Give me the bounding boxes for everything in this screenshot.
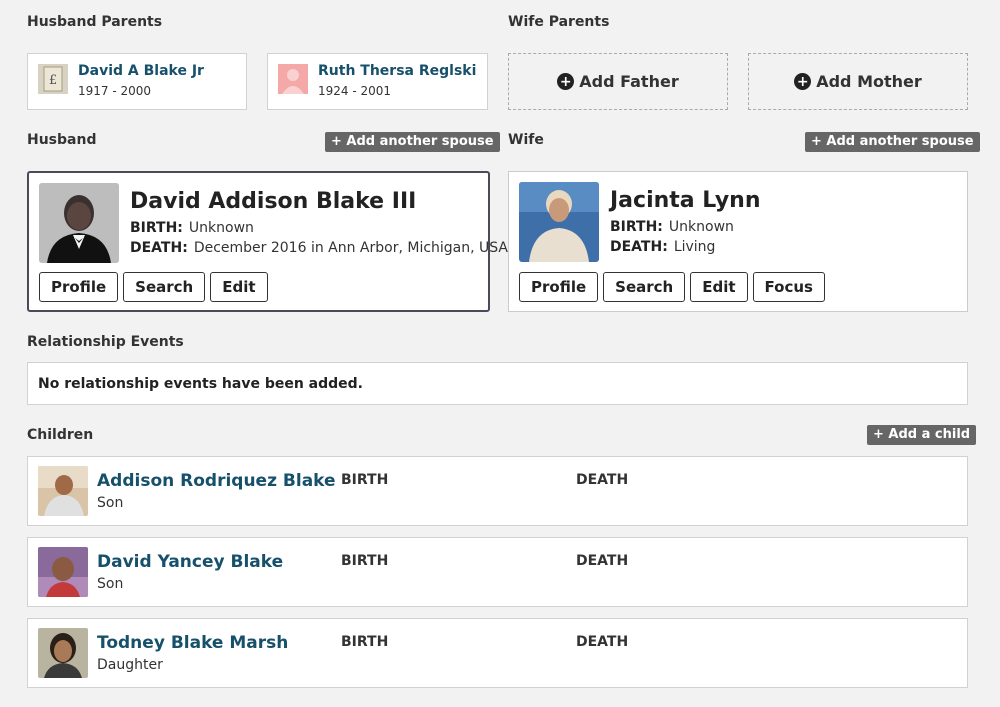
- add-mother-button[interactable]: + Add Mother: [748, 53, 968, 110]
- wife-search-button[interactable]: Search: [603, 272, 686, 302]
- death-label: DEATH:: [130, 240, 188, 256]
- svg-text:£: £: [49, 73, 57, 88]
- document-thumbnail-icon: £: [38, 64, 68, 94]
- husband-birth: BIRTH: Unknown: [130, 220, 254, 236]
- husband-mother-card[interactable]: Ruth Thersa Reglski 1924 - 2001: [267, 53, 488, 110]
- birth-value: Unknown: [188, 220, 254, 236]
- husband-add-spouse-button[interactable]: + Add another spouse: [325, 132, 500, 152]
- mother-name-link[interactable]: Ruth Thersa Reglski: [318, 63, 476, 79]
- wife-add-spouse-button[interactable]: + Add another spouse: [805, 132, 980, 152]
- child-photo: [38, 547, 88, 597]
- child-name-link[interactable]: Addison Rodriquez Blake: [97, 471, 336, 491]
- children-title: Children: [27, 427, 94, 443]
- wife-photo: [519, 182, 599, 262]
- family-group-page: Husband Parents £ David A Blake Jr 1917 …: [0, 0, 1000, 707]
- plus-circle-icon: +: [557, 73, 575, 90]
- child-birth-label: BIRTH: [341, 634, 389, 650]
- child-relation: Son: [97, 495, 124, 511]
- relationship-events-title: Relationship Events: [27, 334, 184, 350]
- child-photo: [38, 466, 88, 516]
- child-row: Todney Blake Marsh Daughter BIRTH DEATH: [27, 618, 968, 688]
- birth-value: Unknown: [668, 219, 734, 235]
- death-label: DEATH:: [610, 239, 668, 255]
- plus-circle-icon: +: [794, 73, 812, 90]
- husband-photo: [39, 183, 119, 263]
- relationship-events-empty-message: No relationship events have been added.: [38, 376, 363, 392]
- wife-focus-button[interactable]: Focus: [752, 272, 825, 302]
- child-death-label: DEATH: [576, 553, 629, 569]
- birth-label: BIRTH:: [130, 220, 183, 236]
- female-silhouette-icon: [278, 64, 308, 94]
- add-mother-label: Add Mother: [816, 72, 922, 91]
- wife-card[interactable]: Jacinta Lynn BIRTH: Unknown DEATH: Living …: [508, 171, 968, 312]
- mother-dates: 1924 - 2001: [318, 84, 392, 98]
- child-birth-label: BIRTH: [341, 553, 389, 569]
- add-father-button[interactable]: + Add Father: [508, 53, 728, 110]
- add-father-label: Add Father: [579, 72, 679, 91]
- father-name-link[interactable]: David A Blake Jr: [78, 63, 204, 79]
- wife-parents-title: Wife Parents: [508, 14, 610, 30]
- child-death-label: DEATH: [576, 634, 629, 650]
- husband-edit-button[interactable]: Edit: [210, 272, 268, 302]
- birth-label: BIRTH:: [610, 219, 663, 235]
- wife-title: Wife: [508, 132, 544, 148]
- death-value: Living: [673, 239, 716, 255]
- child-name-link[interactable]: Todney Blake Marsh: [97, 633, 288, 653]
- husband-parents-title: Husband Parents: [27, 14, 163, 30]
- husband-card[interactable]: David Addison Blake III BIRTH: Unknown DE…: [27, 171, 508, 312]
- wife-action-buttons: Profile Search Edit Focus: [519, 272, 825, 302]
- wife-edit-button[interactable]: Edit: [690, 272, 748, 302]
- husband-title: Husband: [27, 132, 97, 148]
- husband-name: David Addison Blake III: [130, 189, 417, 214]
- death-value: December 2016 in Ann Arbor, Michigan, US…: [193, 240, 509, 256]
- child-birth-label: BIRTH: [341, 472, 389, 488]
- child-row: Addison Rodriquez Blake Son BIRTH DEATH: [27, 456, 968, 526]
- child-relation: Son: [97, 576, 124, 592]
- child-relation: Daughter: [97, 657, 163, 673]
- child-death-label: DEATH: [576, 472, 629, 488]
- wife-name: Jacinta Lynn: [610, 188, 761, 213]
- relationship-events-box: No relationship events have been added.: [27, 362, 968, 405]
- wife-birth: BIRTH: Unknown: [610, 219, 734, 235]
- husband-death: DEATH: December 2016 in Ann Arbor, Michig…: [130, 240, 508, 256]
- wife-profile-button[interactable]: Profile: [519, 272, 599, 302]
- child-row: David Yancey Blake Son BIRTH DEATH: [27, 537, 968, 607]
- child-photo: [38, 628, 88, 678]
- child-name-link[interactable]: David Yancey Blake: [97, 552, 283, 572]
- husband-action-buttons: Profile Search Edit: [39, 272, 268, 302]
- father-dates: 1917 - 2000: [78, 84, 152, 98]
- husband-search-button[interactable]: Search: [123, 272, 206, 302]
- add-child-button[interactable]: + Add a child: [867, 425, 977, 445]
- husband-father-card[interactable]: £ David A Blake Jr 1917 - 2000: [27, 53, 247, 110]
- wife-death: DEATH: Living: [610, 239, 715, 255]
- husband-profile-button[interactable]: Profile: [39, 272, 119, 302]
